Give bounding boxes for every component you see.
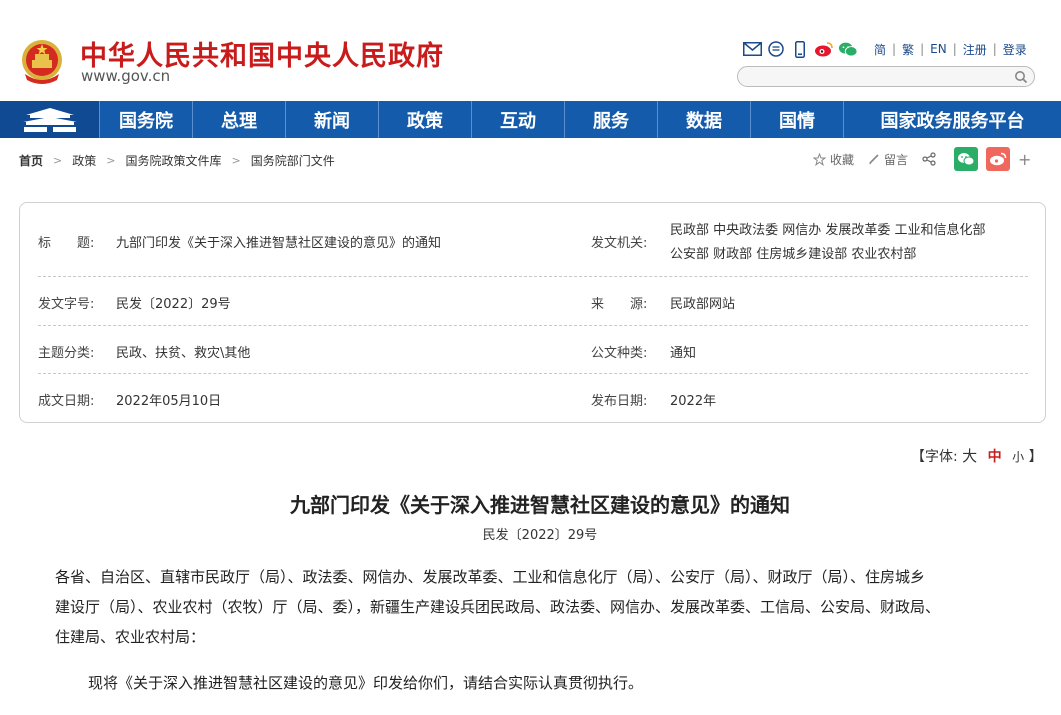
font-size-large[interactable]: 大 [962,447,977,465]
weibo-icon [990,152,1007,166]
issuer-value-line2: 公安部 财政部 住房城乡建设部 农业农村部 [670,247,917,262]
register-link[interactable]: 注册 [957,41,993,58]
chevron-right-icon: > [106,154,116,167]
site-header: 中华人民共和国中央人民政府 www.gov.cn 简 | 繁 | EN | 注册 | 登… [0,0,1061,101]
topic-value: 民政、扶贫、救灾\其他 [116,346,251,361]
font-size-small[interactable]: 小 [1012,450,1024,464]
site-url[interactable]: www.gov.cn [81,67,170,85]
topic-label: 主题分类: [38,346,95,361]
nav-item-national-info[interactable]: 国情 [751,101,844,138]
tiananmen-icon [22,107,77,132]
title-value: 九部门印发《关于深入推进智慧社区建设的意见》的通知 [116,236,442,251]
doc-type-label: 公文种类: [591,346,648,361]
mail-icon[interactable] [742,40,762,58]
font-size-prefix: 【字体: [911,449,958,465]
source-value: 民政部网站 [670,297,736,312]
nav-item-data[interactable]: 数据 [658,101,751,138]
article-paragraph-body: 现将《关于深入推进智慧社区建设的意见》印发给你们，请结合实际认真贯彻执行。 [88,674,644,692]
pencil-icon [869,154,879,165]
breadcrumb-department-docs[interactable]: 国务院部门文件 [251,152,335,169]
search-input[interactable] [737,66,1035,87]
favorite-button[interactable]: 收藏 [813,151,854,168]
share-button[interactable] [922,152,940,166]
source-label: 来 源: [591,297,648,312]
document-info-table: 标 题: 九部门印发《关于深入推进智慧社区建设的意见》的通知 发文机关: 民政部… [19,202,1046,423]
comment-button[interactable]: 留言 [868,151,908,168]
breadcrumb: 首页 > 政策 > 国务院政策文件库 > 国务院部门文件 [19,152,335,169]
paragraph-line: 各省、自治区、直辖市民政厅（局）、政法委、网信办、发展改革委、工业和信息化厅（局… [55,568,926,586]
favorite-label: 收藏 [830,152,855,167]
doc-number-value: 民发〔2022〕29号 [116,297,231,312]
doc-number-label: 发文字号: [38,297,95,312]
article-paragraph-addressees: 各省、自治区、直辖市民政厅（局）、政法委、网信办、发展改革委、工业和信息化厅（局… [55,562,1025,652]
english-link[interactable]: EN [924,42,953,56]
paragraph-line: 住建局、农业农村局： [55,628,206,646]
more-share-button[interactable]: + [1018,150,1031,169]
chevron-right-icon: > [231,154,241,167]
wechat-icon [958,153,975,166]
simplified-chinese-link[interactable]: 简 [868,41,892,58]
wechat-icon[interactable] [838,40,858,58]
font-size-medium[interactable]: 中 [988,449,1002,465]
mobile-icon[interactable] [790,40,810,58]
nav-home[interactable] [0,101,100,138]
info-row-2: 发文字号: 民发〔2022〕29号 来 源: 民政部网站 [38,277,1028,326]
message-icon[interactable] [766,40,786,58]
nav-item-premier[interactable]: 总理 [193,101,286,138]
main-nav: 国务院 总理 新闻 政策 互动 服务 数据 国情 国家政务服务平台 [0,101,1061,138]
share-weibo-button[interactable] [986,147,1011,171]
font-size-suffix: 】 [1028,449,1043,465]
nav-item-news[interactable]: 新闻 [286,101,379,138]
article-title: 九部门印发《关于深入推进智慧社区建设的意见》的通知 [290,493,790,517]
nav-item-gov-service-platform[interactable]: 国家政务服务平台 [844,101,1061,138]
info-row-1: 标 题: 九部门印发《关于深入推进智慧社区建设的意见》的通知 发文机关: 民政部… [38,214,1028,277]
chevron-right-icon: > [53,154,63,167]
nav-item-policy[interactable]: 政策 [379,101,472,138]
nav-item-services[interactable]: 服务 [565,101,658,138]
share-wechat-button[interactable] [954,147,979,171]
info-row-3: 主题分类: 民政、扶贫、救灾\其他 公文种类: 通知 [38,326,1028,374]
issuer-label: 发文机关: [591,236,648,251]
login-link[interactable]: 登录 [997,41,1033,58]
publish-date-label: 发布日期: [591,394,648,409]
publish-date-value: 2022年 [670,394,717,409]
utility-links: 简 | 繁 | EN | 注册 | 登录 [868,41,1033,58]
comment-label: 留言 [884,152,909,167]
breadcrumb-policy-library[interactable]: 国务院政策文件库 [125,152,221,169]
breadcrumb-home[interactable]: 首页 [19,152,43,169]
written-date-value: 2022年05月10日 [116,394,222,409]
nav-item-interaction[interactable]: 互动 [472,101,565,138]
issuer-value-line1: 民政部 中央政法委 网信办 发展改革委 工业和信息化部 [670,223,986,238]
article-doc-number: 民发〔2022〕29号 [482,528,598,543]
weibo-icon[interactable] [814,40,834,58]
traditional-chinese-link[interactable]: 繁 [896,41,920,58]
info-row-4: 成文日期: 2022年05月10日 发布日期: 2022年 [38,374,1028,422]
breadcrumb-policy[interactable]: 政策 [72,152,96,169]
paragraph-line: 建设厅（局）、农业农村（农牧）厅（局、委），新疆生产建设兵团民政局、政法委、网信… [55,598,941,616]
font-size-switcher: 【字体: 大 中 小 】 [911,445,1043,466]
doc-type-value: 通知 [670,346,697,361]
search-icon[interactable] [1014,70,1028,84]
written-date-label: 成文日期: [38,394,95,409]
national-emblem-icon[interactable] [19,38,65,86]
article-tools: 收藏 留言 + [813,147,1031,171]
nav-item-state-council[interactable]: 国务院 [100,101,193,138]
title-label: 标 题: [38,236,95,251]
utility-bar: 简 | 繁 | EN | 注册 | 登录 [742,39,1033,59]
share-icon [922,152,936,166]
star-icon [813,152,826,166]
